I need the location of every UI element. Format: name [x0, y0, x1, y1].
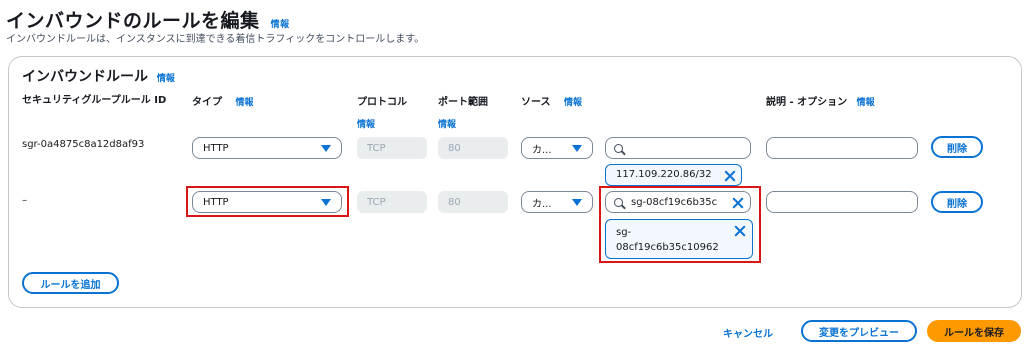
section-title-text: インバウンドルール: [22, 69, 148, 85]
type-select[interactable]: HTTP: [192, 191, 342, 213]
search-icon: [614, 143, 623, 153]
col-header-source-label: ソース: [521, 97, 551, 108]
caret-down-icon: [572, 145, 582, 152]
cancel-button[interactable]: キャンセル: [723, 325, 773, 340]
description-input[interactable]: [766, 191, 918, 213]
rule-id: sgr-0a4875c8a12d8af93: [22, 139, 145, 150]
caret-down-icon: [321, 199, 331, 206]
protocol-info-link[interactable]: 情報: [357, 117, 375, 130]
page-subtitle: インバウンドルールは、インスタンスに到達できる着信トラフィックをコントロールしま…: [6, 34, 425, 45]
source-token-label-line2: 08cf19c6b35c10962: [616, 242, 719, 253]
description-input[interactable]: [766, 137, 918, 159]
delete-button[interactable]: 削除: [931, 136, 983, 158]
type-select-value: HTTP: [203, 196, 229, 208]
section-title: インバウンドルール 情報: [22, 66, 175, 86]
add-rule-button[interactable]: ルールを追加: [22, 272, 119, 294]
page-title-text: インバウンドのルールを編集: [6, 10, 260, 32]
preview-changes-button[interactable]: 変更をプレビュー: [801, 320, 917, 342]
source-token-label: 117.109.220.86/32: [616, 169, 712, 180]
protocol-field: TCP: [357, 137, 427, 159]
port-field: 80: [438, 137, 508, 159]
page-info-link[interactable]: 情報: [271, 20, 290, 30]
protocol-field: TCP: [357, 191, 427, 213]
col-header-type-label: タイプ: [192, 97, 222, 108]
col-header-description-label: 説明 - オプション: [766, 97, 848, 108]
delete-button[interactable]: 削除: [931, 191, 983, 213]
source-info-link[interactable]: 情報: [564, 98, 582, 108]
type-select-value: HTTP: [203, 142, 229, 154]
col-header-rule-id: セキュリティグループルール ID: [22, 95, 167, 106]
col-header-source: ソース 情報: [521, 93, 582, 108]
source-token-label-line1: sg-: [616, 227, 632, 238]
port-field: 80: [438, 191, 508, 213]
remove-token-icon[interactable]: [734, 225, 746, 237]
type-select[interactable]: HTTP: [192, 137, 342, 159]
col-header-protocol: プロトコル: [357, 97, 407, 108]
remove-token-icon[interactable]: [724, 170, 736, 182]
col-header-description: 説明 - オプション 情報: [766, 93, 875, 108]
source-search-value: sg-08cf19c6b35c: [631, 196, 718, 208]
source-search-input[interactable]: [605, 137, 751, 159]
source-type-value: カ...: [532, 198, 552, 210]
caret-down-icon: [572, 199, 582, 206]
source-type-select[interactable]: カ...: [521, 191, 593, 213]
col-header-port: ポート範囲: [438, 97, 488, 108]
source-token: sg- 08cf19c6b35c10962: [605, 219, 753, 259]
source-type-select[interactable]: カ...: [521, 137, 593, 159]
section-info-link[interactable]: 情報: [157, 74, 175, 84]
rule-id: –: [22, 195, 27, 206]
page-title: インバウンドのルールを編集 情報: [6, 6, 290, 33]
source-type-value: カ...: [532, 144, 552, 156]
type-info-link[interactable]: 情報: [235, 98, 253, 108]
clear-search-icon[interactable]: [732, 197, 744, 209]
source-search-input[interactable]: sg-08cf19c6b35c: [605, 191, 751, 213]
port-info-link[interactable]: 情報: [438, 117, 456, 130]
source-token: 117.109.220.86/32: [605, 164, 742, 186]
col-header-type: タイプ 情報: [192, 93, 254, 108]
search-icon: [614, 197, 623, 207]
save-rules-button[interactable]: ルールを保存: [927, 320, 1021, 342]
description-info-link[interactable]: 情報: [857, 98, 875, 108]
caret-down-icon: [321, 145, 331, 152]
